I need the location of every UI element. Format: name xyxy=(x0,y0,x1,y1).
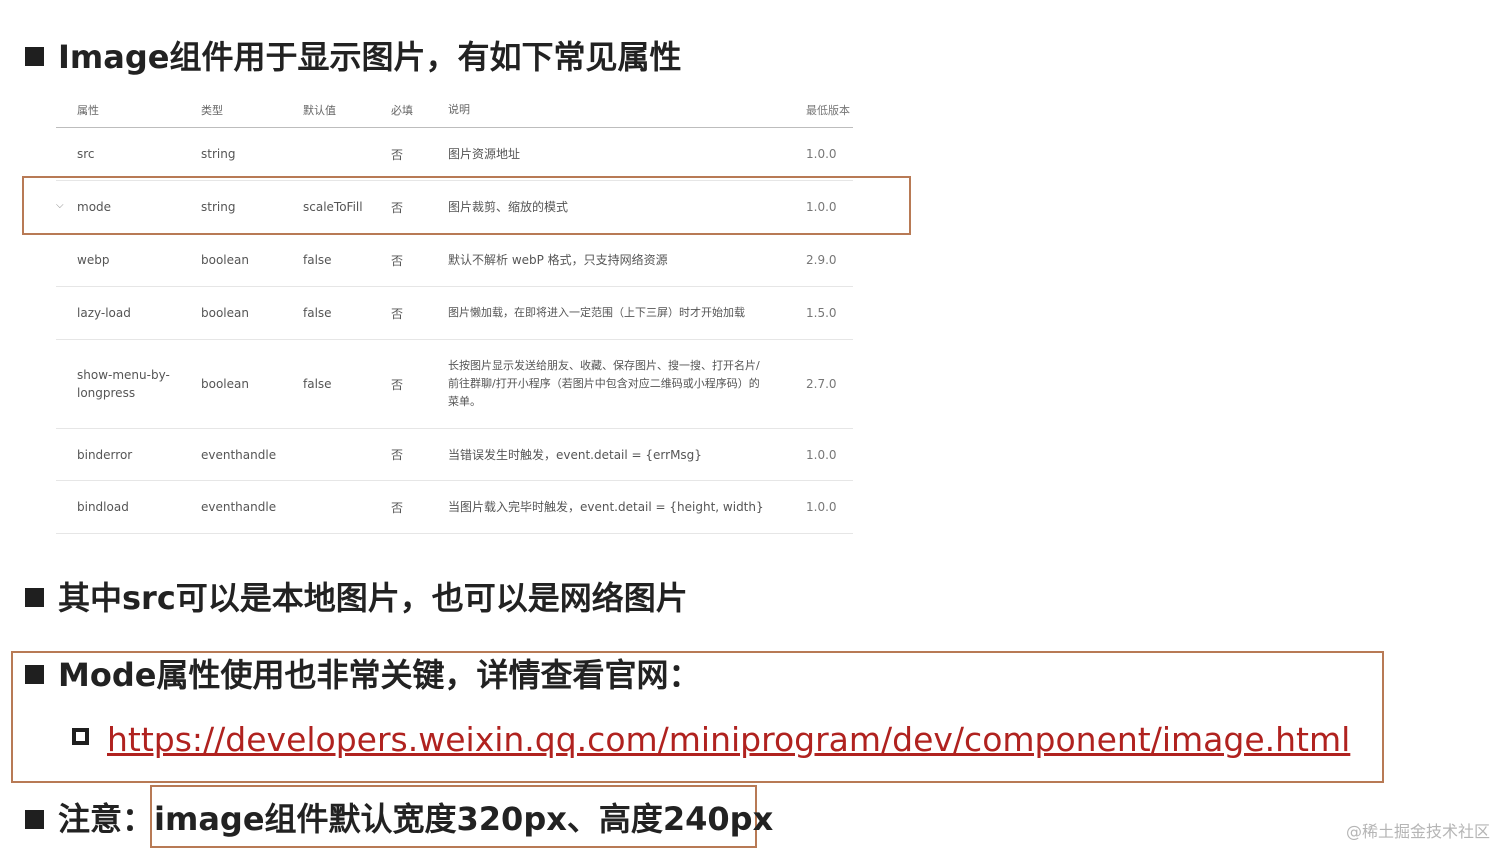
header-type: 类型 xyxy=(201,103,223,117)
header-default: 默认值 xyxy=(303,103,336,117)
table-row: src string 否 图片资源地址 1.0.0 xyxy=(56,128,853,181)
bullet-square-icon xyxy=(25,665,44,684)
cell-required: 否 xyxy=(391,253,404,268)
table-row: show-menu-by-longpress boolean false 否 长… xyxy=(56,340,853,429)
cell-attr: binderror xyxy=(77,447,133,462)
cell-required: 否 xyxy=(391,448,404,462)
cell-required: 否 xyxy=(391,306,404,321)
cell-type: string xyxy=(201,147,236,161)
cell-default: false xyxy=(303,377,332,391)
heading-mode-attribute: Mode属性使用也非常关键，详情查看官网： xyxy=(58,656,701,694)
cell-type: eventhandle xyxy=(201,500,277,514)
mode-row-highlight-box xyxy=(22,176,911,235)
official-docs-link[interactable]: https://developers.weixin.qq.com/minipro… xyxy=(107,718,1350,762)
note-default-size-text: image组件默认宽度320px、高度240px xyxy=(154,800,774,838)
cell-type: boolean xyxy=(201,377,249,391)
heading-image-component: Image组件用于显示图片，有如下常见属性 xyxy=(58,38,682,76)
cell-attr: show-menu-by-longpress xyxy=(77,368,170,400)
table-row: bindload eventhandle 否 当图片载入完毕时触发，event.… xyxy=(56,481,853,534)
cell-required: 否 xyxy=(391,500,404,515)
note-label: 注意： xyxy=(58,800,155,838)
cell-desc: 图片资源地址 xyxy=(448,147,521,161)
cell-default: false xyxy=(303,253,332,267)
watermark: @稀土掘金技术社区 xyxy=(1345,822,1490,841)
cell-desc: 图片懒加载，在即将进入一定范围（上下三屏）时才开始加载 xyxy=(448,306,745,319)
cell-version: 1.0.0 xyxy=(806,447,837,462)
cell-version: 1.0.0 xyxy=(806,147,837,161)
cell-attr: webp xyxy=(77,253,110,267)
cell-default: false xyxy=(303,306,332,320)
cell-version: 2.9.0 xyxy=(806,253,837,267)
cell-desc: 长按图片显示发送给朋友、收藏、保存图片、搜一搜、打开名片/前往群聊/打开小程序（… xyxy=(448,359,760,408)
cell-version: 1.0.0 xyxy=(806,500,837,514)
cell-attr: lazy-load xyxy=(77,306,131,320)
hollow-square-bullet-icon xyxy=(72,728,89,745)
bullet-square-icon xyxy=(25,47,44,66)
cell-desc: 当图片载入完毕时触发，event.detail = {height, width… xyxy=(448,500,764,514)
cell-type: boolean xyxy=(201,306,249,320)
cell-version: 2.7.0 xyxy=(806,377,837,391)
cell-required: 否 xyxy=(391,377,404,392)
cell-type: boolean xyxy=(201,253,249,267)
cell-type: eventhandle xyxy=(201,447,277,462)
cell-attr: src xyxy=(77,147,95,161)
cell-default xyxy=(303,481,388,533)
table-row: binderror eventhandle 否 当错误发生时触发，event.d… xyxy=(56,429,853,481)
table-row: webp boolean false 否 默认不解析 webP 格式，只支持网络… xyxy=(56,234,853,287)
cell-version: 1.5.0 xyxy=(806,306,837,320)
heading-src-local-or-network: 其中src可以是本地图片，也可以是网络图片 xyxy=(58,579,688,617)
table-row: lazy-load boolean false 否 图片懒加载，在即将进入一定范… xyxy=(56,287,853,340)
cell-default xyxy=(303,128,388,180)
header-desc: 说明 xyxy=(448,102,470,116)
cell-default xyxy=(303,429,388,480)
header-version: 最低版本 xyxy=(806,103,850,117)
header-attr: 属性 xyxy=(77,103,99,117)
table-header-row: 属性 类型 默认值 必填 说明 最低版本 xyxy=(56,92,853,128)
bullet-square-icon xyxy=(25,810,44,829)
bullet-square-icon xyxy=(25,588,44,607)
cell-attr: bindload xyxy=(77,500,129,514)
cell-desc: 当错误发生时触发，event.detail = {errMsg} xyxy=(448,447,702,462)
cell-required: 否 xyxy=(391,147,404,162)
cell-desc: 默认不解析 webP 格式，只支持网络资源 xyxy=(448,253,668,267)
header-required: 必填 xyxy=(391,103,413,117)
